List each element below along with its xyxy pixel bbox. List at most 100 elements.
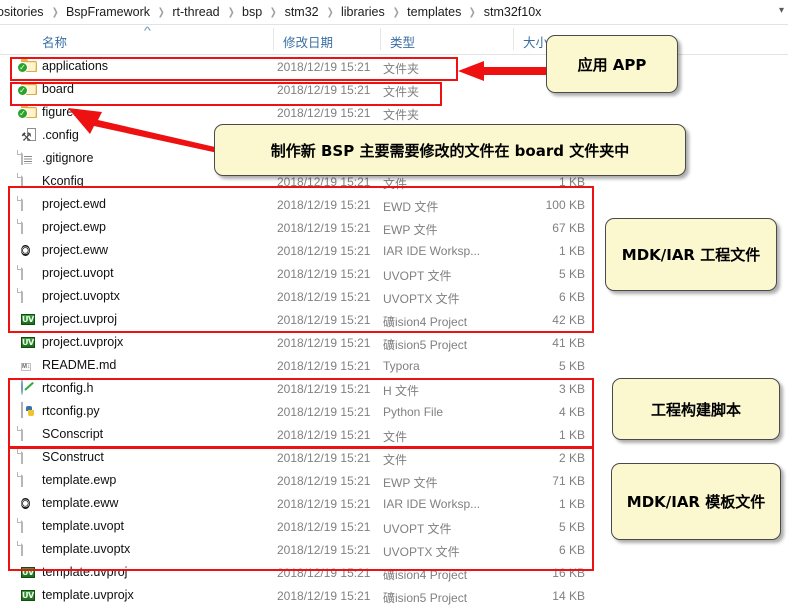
column-header-name[interactable]: 名称 <box>42 32 67 51</box>
file-name[interactable]: template.uvopt <box>42 519 124 533</box>
column-header-type[interactable]: 类型 <box>390 32 415 51</box>
breadcrumb-item-5[interactable]: libraries <box>339 5 387 19</box>
file-name[interactable]: template.uvoptx <box>42 542 130 556</box>
file-type-icon: ⚒ <box>21 127 38 144</box>
file-row[interactable]: UVproject.uvproj2018/12/19 15:21礦ision4 … <box>0 308 788 331</box>
file-row[interactable]: project.ewd2018/12/19 15:21EWD 文件100 KB <box>0 193 788 216</box>
column-divider[interactable] <box>513 28 514 50</box>
file-size: 14 KB <box>430 589 585 603</box>
blank-document-icon <box>21 448 23 464</box>
column-divider[interactable] <box>273 28 274 50</box>
uvision-project-icon: UV <box>21 567 35 578</box>
file-size: 41 KB <box>430 336 585 350</box>
file-date-modified: 2018/12/19 15:21 <box>277 221 370 235</box>
file-name[interactable]: project.uvproj <box>42 312 117 326</box>
file-date-modified: 2018/12/19 15:21 <box>277 83 370 97</box>
file-name[interactable]: rtconfig.py <box>42 404 100 418</box>
breadcrumb-item-2[interactable]: rt-thread <box>170 5 221 19</box>
breadcrumb-separator-icon: ❯ <box>389 7 404 18</box>
file-type: 文件 <box>383 451 407 468</box>
callout-board: 制作新 BSP 主要需要修改的文件在 board 文件夹中 <box>214 124 686 176</box>
file-name[interactable]: template.uvprojx <box>42 588 134 602</box>
file-date-modified: 2018/12/19 15:21 <box>277 244 370 258</box>
file-size: 4 KB <box>430 405 585 419</box>
breadcrumb-item-0[interactable]: ositories <box>0 5 46 19</box>
file-name[interactable]: project.uvoptx <box>42 289 120 303</box>
git-ok-badge-icon: ✓ <box>17 108 28 119</box>
breadcrumb-separator-icon: ❯ <box>322 7 337 18</box>
file-size: 1 KB <box>430 244 585 258</box>
file-name[interactable]: README.md <box>42 358 116 372</box>
file-name[interactable]: project.ewp <box>42 220 106 234</box>
file-row[interactable]: UVtemplate.uvprojx2018/12/19 15:21礦ision… <box>0 584 788 607</box>
file-row[interactable]: UVtemplate.uvproj2018/12/19 15:21礦ision4… <box>0 561 788 584</box>
file-size: 6 KB <box>430 290 585 304</box>
file-name[interactable]: project.eww <box>42 243 108 257</box>
file-name[interactable]: rtconfig.h <box>42 381 93 395</box>
file-type-icon: UV <box>21 311 38 328</box>
file-name[interactable]: project.ewd <box>42 197 106 211</box>
breadcrumb-item-4[interactable]: stm32 <box>283 5 321 19</box>
file-name[interactable]: project.uvopt <box>42 266 114 280</box>
file-name[interactable]: Kconfig <box>42 174 84 188</box>
file-date-modified: 2018/12/19 15:21 <box>277 382 370 396</box>
file-name[interactable]: template.eww <box>42 496 118 510</box>
breadcrumb-item-3[interactable]: bsp <box>240 5 264 19</box>
file-size: 5 KB <box>430 267 585 281</box>
uvision-project-icon: UV <box>21 337 35 348</box>
file-name[interactable]: applications <box>42 59 108 73</box>
breadcrumb[interactable]: ositories ❯ BspFramework ❯ rt-thread ❯ b… <box>0 0 788 24</box>
file-date-modified: 2018/12/19 15:21 <box>277 474 370 488</box>
file-type-icon <box>21 150 38 167</box>
file-date-modified: 2018/12/19 15:21 <box>277 589 370 603</box>
file-row[interactable]: M↓README.md2018/12/19 15:21Typora5 KB <box>0 354 788 377</box>
file-type-icon: UV <box>21 587 38 604</box>
file-name[interactable]: template.ewp <box>42 473 116 487</box>
file-name[interactable]: template.uvproj <box>42 565 127 579</box>
file-name[interactable]: project.uvprojx <box>42 335 123 349</box>
file-type: 文件夹 <box>383 83 419 100</box>
file-size: 1 KB <box>430 497 585 511</box>
file-name[interactable]: board <box>42 82 74 96</box>
file-date-modified: 2018/12/19 15:21 <box>277 313 370 327</box>
callout-mdk-iar-project: MDK/IAR 工程文件 <box>605 218 777 291</box>
file-name[interactable]: SConscript <box>42 427 103 441</box>
git-ok-badge-icon: ✓ <box>17 62 28 73</box>
file-date-modified: 2018/12/19 15:21 <box>277 267 370 281</box>
file-size: 67 KB <box>430 221 585 235</box>
file-type: 文件夹 <box>383 106 419 123</box>
file-type-icon <box>21 380 38 397</box>
file-size: 1 KB <box>430 175 585 189</box>
breadcrumb-item-6[interactable]: templates <box>405 5 463 19</box>
callout-app: 应用 APP <box>546 35 678 93</box>
uvision-project-icon: UV <box>21 314 35 325</box>
blank-document-icon <box>21 540 23 556</box>
markdown-file-icon: M↓ <box>21 363 31 371</box>
file-name[interactable]: SConstruct <box>42 450 104 464</box>
file-type-icon <box>21 196 38 213</box>
chevron-down-icon[interactable]: ▾ <box>779 5 784 16</box>
file-date-modified: 2018/12/19 15:21 <box>277 451 370 465</box>
file-date-modified: 2018/12/19 15:21 <box>277 405 370 419</box>
file-type-icon <box>21 426 38 443</box>
column-divider[interactable] <box>380 28 381 50</box>
file-row[interactable]: UVproject.uvprojx2018/12/19 15:21礦ision5… <box>0 331 788 354</box>
file-type-icon <box>21 403 38 420</box>
blank-document-icon <box>21 471 23 487</box>
blank-document-icon <box>21 218 23 234</box>
file-row[interactable]: template.uvoptx2018/12/19 15:21UVOPTX 文件… <box>0 538 788 561</box>
breadcrumb-separator-icon: ❯ <box>47 7 62 18</box>
file-date-modified: 2018/12/19 15:21 <box>277 497 370 511</box>
file-date-modified: 2018/12/19 15:21 <box>277 290 370 304</box>
file-date-modified: 2018/12/19 15:21 <box>277 60 370 74</box>
file-type-icon: ✓ <box>21 58 38 75</box>
uvision-project-icon: UV <box>21 590 35 601</box>
breadcrumb-item-1[interactable]: BspFramework <box>64 5 152 19</box>
column-header-size[interactable]: 大小 <box>523 32 548 51</box>
blank-document-icon <box>21 264 23 280</box>
file-date-modified: 2018/12/19 15:21 <box>277 359 370 373</box>
callout-mdk-iar-template-text: MDK/IAR 模板文件 <box>627 491 765 512</box>
breadcrumb-item-7[interactable]: stm32f10x <box>482 5 544 19</box>
file-type: 文件 <box>383 175 407 192</box>
column-header-date-modified[interactable]: 修改日期 <box>283 32 333 51</box>
